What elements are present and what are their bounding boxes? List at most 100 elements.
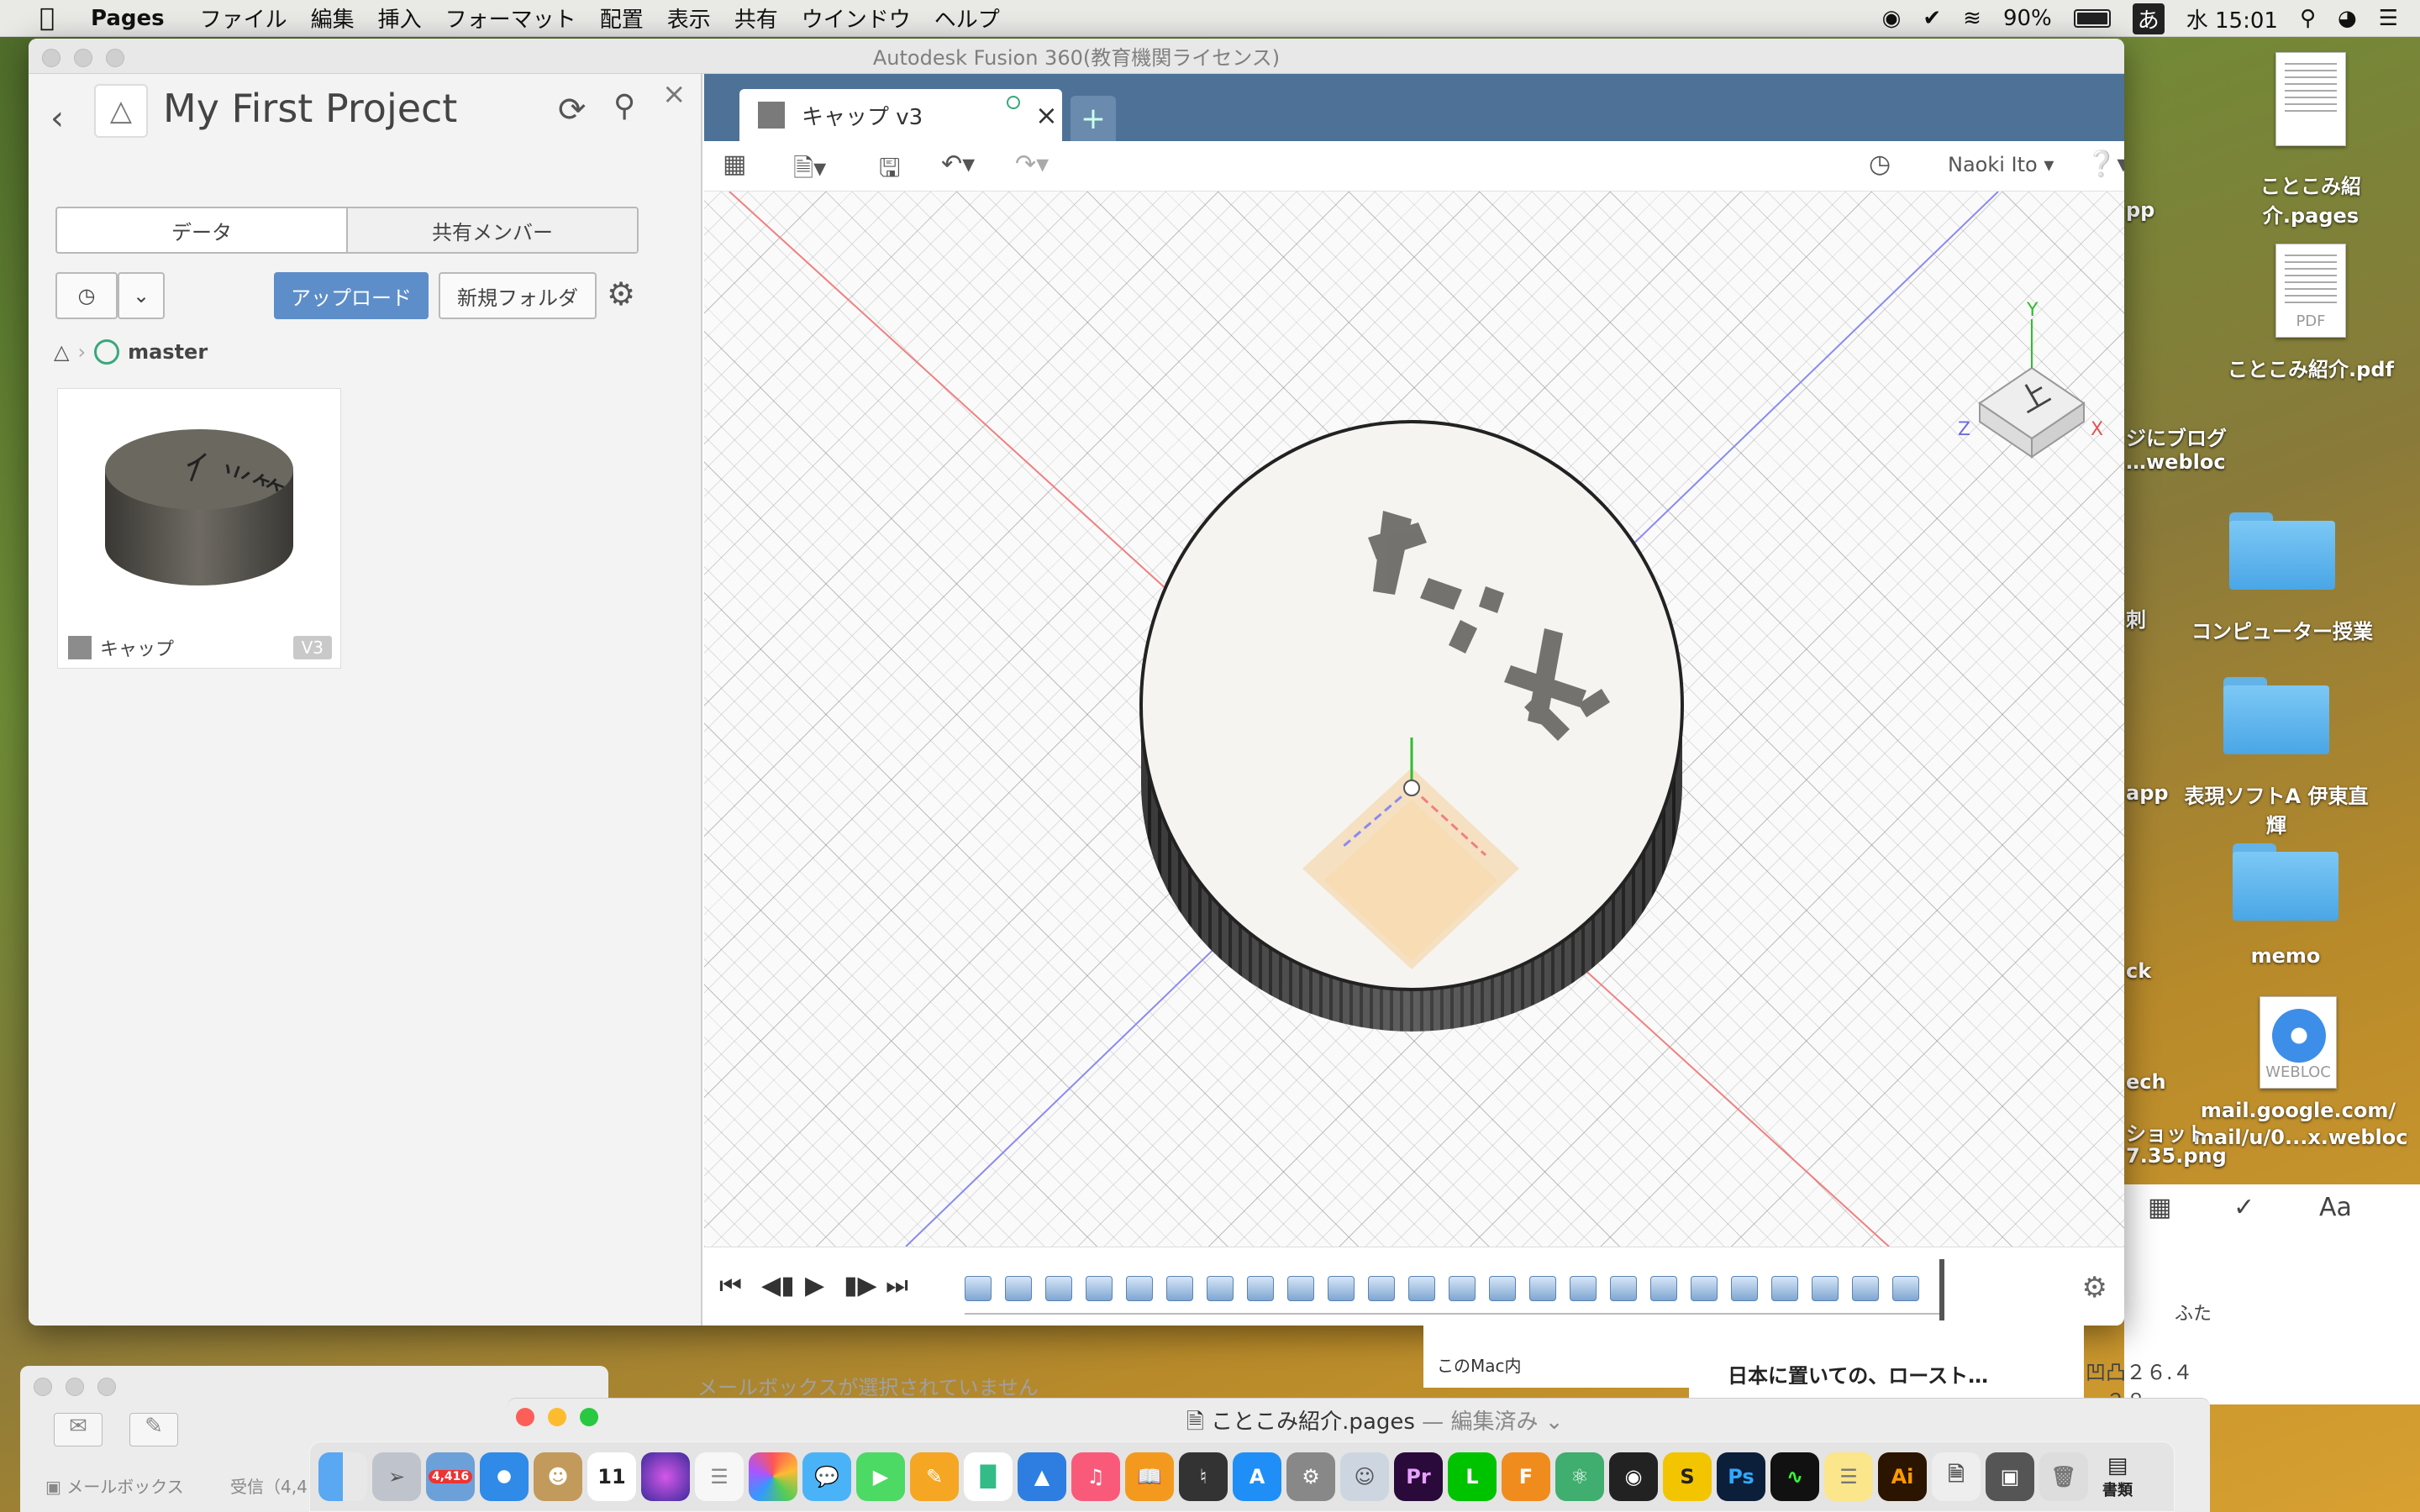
piano-app-icon[interactable]: ♮ <box>1179 1452 1228 1501</box>
desktop-file-pages[interactable]: ことこみ紹介.pages <box>2218 52 2403 228</box>
menu-arrange[interactable]: 配置 <box>600 3 644 34</box>
messages-icon[interactable]: 💬 <box>802 1452 851 1501</box>
finder-icon[interactable] <box>318 1452 367 1501</box>
mail-app-icon[interactable]: 4,416 <box>426 1452 475 1501</box>
spotlight-search-icon[interactable]: ⚲ <box>2300 6 2316 31</box>
design-card[interactable]: ⺅⺌⺮ キャップ V3 <box>57 388 341 669</box>
keynote-icon[interactable]: ▲ <box>1018 1452 1066 1501</box>
timeline-first-icon[interactable]: ⏮ <box>719 1271 742 1300</box>
calendar-icon[interactable]: 11 <box>587 1452 636 1501</box>
menu-view[interactable]: 表示 <box>667 3 711 34</box>
sublime-icon[interactable]: S <box>1663 1452 1712 1501</box>
timeline-feature-icon[interactable] <box>1247 1276 1274 1301</box>
text-style-button[interactable]: Aa <box>2319 1193 2352 1222</box>
compose-icon[interactable]: ✎ <box>129 1413 178 1446</box>
user-menu[interactable]: Naoki Ito ▾ <box>1948 153 2054 176</box>
timeline-feature-icon[interactable] <box>1852 1276 1879 1301</box>
timeline-settings-icon[interactable]: ⚙ <box>2082 1271 2107 1305</box>
desktop-folder-expression-soft[interactable]: 表現ソフトA 伊東直輝 <box>2180 677 2373 838</box>
safari-icon[interactable] <box>480 1452 529 1501</box>
menu-help[interactable]: ヘルプ <box>934 3 1000 34</box>
timeline-feature-icon[interactable] <box>1691 1276 1718 1301</box>
inbox-label[interactable]: 受信（4,4 <box>230 1473 308 1498</box>
siri-icon[interactable]: ◕ <box>2338 6 2357 31</box>
premiere-icon[interactable]: Pr <box>1394 1452 1443 1501</box>
creative-cloud-icon[interactable]: ◉ <box>1882 6 1902 31</box>
menu-insert[interactable]: 挿入 <box>378 3 422 34</box>
minimize-button[interactable] <box>74 49 92 67</box>
trash-icon[interactable]: 🗑 <box>2039 1452 2088 1501</box>
pages-app-icon[interactable]: ✎ <box>910 1452 959 1501</box>
system-preferences-icon[interactable]: ⚙ <box>1286 1452 1335 1501</box>
menu-app-name[interactable]: Pages <box>91 6 165 31</box>
github-icon[interactable]: ◉ <box>1609 1452 1658 1501</box>
timeline-feature-icon[interactable] <box>1166 1276 1193 1301</box>
timeline-marker[interactable] <box>1939 1259 1944 1323</box>
timeline-feature-icon[interactable] <box>1126 1276 1153 1301</box>
file-menu-icon[interactable]: 🗎▾ <box>793 150 826 192</box>
document-tab[interactable]: キャップ v3 × <box>739 89 1062 141</box>
timeline-feature-icon[interactable] <box>1449 1276 1476 1301</box>
timeline-feature-icon[interactable] <box>1650 1276 1677 1301</box>
close-button[interactable] <box>34 1378 52 1396</box>
timeline-prev-icon[interactable]: ◀▮ <box>761 1271 795 1300</box>
timeline-last-icon[interactable]: ⏭ <box>886 1271 908 1300</box>
close-button[interactable] <box>42 49 60 67</box>
timeline-feature-icon[interactable] <box>1529 1276 1556 1301</box>
battery-icon[interactable] <box>2073 9 2111 28</box>
character-app-icon[interactable]: ☺ <box>1340 1452 1389 1501</box>
menu-share[interactable]: 共有 <box>734 3 778 34</box>
zoom-button[interactable] <box>580 1408 598 1426</box>
atom-icon[interactable]: ⚛ <box>1555 1452 1604 1501</box>
fusion-app-icon[interactable]: F <box>1502 1452 1550 1501</box>
desktop-file-pdf[interactable]: PDF ことこみ紹介.pdf <box>2218 244 2403 382</box>
mailbox-toggle[interactable]: ▣ メールボックス <box>45 1473 184 1498</box>
redo-icon[interactable]: ↷▾ <box>1015 150 1049 179</box>
menu-window[interactable]: ウインドウ <box>802 3 911 34</box>
search-icon[interactable]: ⚲ <box>613 89 635 123</box>
canvas-viewport[interactable]: 上 Y X Z <box>704 192 2124 1247</box>
siri-app-icon[interactable] <box>641 1452 690 1501</box>
ibooks-icon[interactable]: 📖 <box>1125 1452 1174 1501</box>
upload-button[interactable]: アップロード <box>274 272 429 319</box>
refresh-icon[interactable]: ⟳ <box>558 91 587 129</box>
menu-format[interactable]: フォーマット <box>445 3 576 34</box>
timeline-feature-icon[interactable] <box>1610 1276 1637 1301</box>
get-mail-icon[interactable]: ✉ <box>54 1413 103 1446</box>
timeline-feature-icon[interactable] <box>1207 1276 1234 1301</box>
apple-menu-icon[interactable]:  <box>30 3 64 33</box>
history-dropdown[interactable]: ⌄ <box>118 272 165 319</box>
save-icon[interactable]: 🖫 <box>879 150 901 192</box>
timeline-feature-icon[interactable] <box>1045 1276 1072 1301</box>
tab-data[interactable]: データ <box>57 208 346 252</box>
new-folder-button[interactable]: 新規フォルダ <box>439 272 597 319</box>
itunes-icon[interactable]: ♫ <box>1071 1452 1120 1501</box>
launchpad-icon[interactable]: ➢ <box>372 1452 421 1501</box>
facetime-icon[interactable]: ▶ <box>856 1452 905 1501</box>
hub-icon[interactable]: △ <box>94 84 148 138</box>
reminders-icon[interactable]: ☰ <box>695 1452 744 1501</box>
timeline-feature-icon[interactable] <box>1731 1276 1758 1301</box>
hub-small-icon[interactable]: △ <box>54 340 69 364</box>
table-format-icon[interactable]: ▦ <box>2148 1193 2171 1222</box>
history-button[interactable]: ◷ <box>55 272 118 319</box>
tab-shared-members[interactable]: 共有メンバー <box>346 208 637 252</box>
document-icon[interactable]: 🗎 <box>1932 1452 1981 1501</box>
screenshot-stack-icon[interactable]: ▣ <box>1986 1452 2034 1501</box>
job-status-clock-icon[interactable]: ◷ <box>1869 150 1891 179</box>
input-method-icon[interactable]: あ <box>2132 3 2165 34</box>
zoom-button[interactable] <box>106 49 124 67</box>
timeline-feature-icon[interactable] <box>1812 1276 1839 1301</box>
timeline-feature-icon[interactable] <box>1287 1276 1314 1301</box>
activity-monitor-icon[interactable]: ∿ <box>1770 1452 1819 1501</box>
timeline-feature-icon[interactable] <box>1328 1276 1355 1301</box>
back-chevron-icon[interactable]: ‹ <box>50 99 64 138</box>
timeline-feature-icon[interactable] <box>1771 1276 1798 1301</box>
close-button[interactable] <box>516 1408 534 1426</box>
battery-percent[interactable]: 90% <box>2003 6 2052 31</box>
undo-icon[interactable]: ↶▾ <box>941 150 975 179</box>
new-tab-button[interactable]: + <box>1071 96 1116 141</box>
timeline-feature-icon[interactable] <box>965 1276 992 1301</box>
menu-edit[interactable]: 編集 <box>311 3 355 34</box>
illustrator-icon[interactable]: Ai <box>1878 1452 1927 1501</box>
